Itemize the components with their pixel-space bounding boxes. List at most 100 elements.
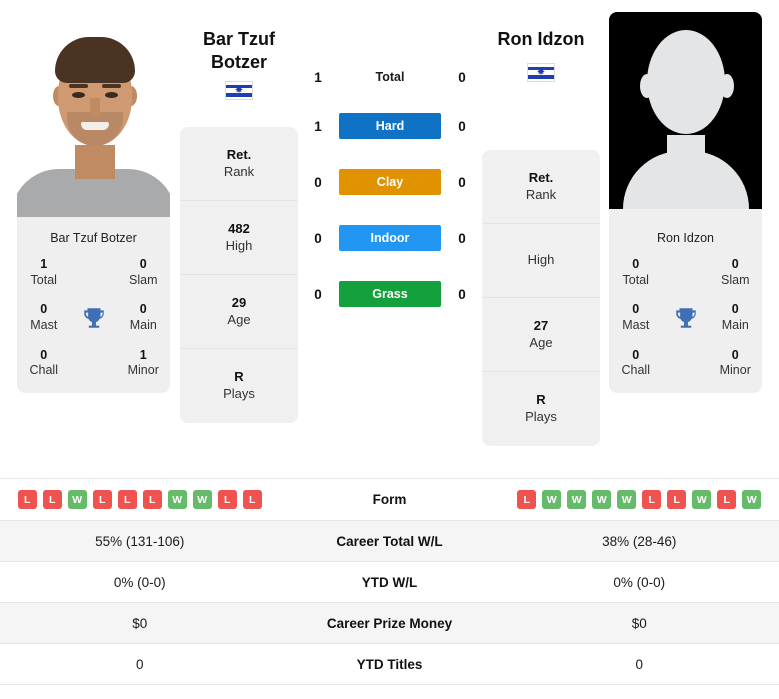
stat-row: High [482, 224, 600, 298]
title-value: 0 [632, 347, 640, 362]
player-headshot-illustration [17, 12, 170, 217]
title-value: 0 [139, 302, 147, 317]
title-value: 0 [632, 302, 640, 317]
title-label: Minor [719, 363, 751, 378]
title-label: Total [622, 272, 649, 287]
stat-label: Rank [223, 163, 255, 179]
row-label: Career Prize Money [326, 615, 453, 631]
form-badge-win: W [67, 490, 87, 509]
surface-badge-grass[interactable]: Grass [339, 281, 441, 307]
player-left-name-line1: Bar Tzuf [203, 29, 275, 49]
title-label: Minor [127, 363, 159, 378]
stat-row: 27 Age [482, 298, 600, 372]
h2h-left-score: 0 [314, 286, 322, 302]
title-label: Slam [129, 272, 158, 287]
form-badge-loss: L [217, 490, 237, 509]
title-value: 0 [40, 302, 48, 317]
player-left-name-block[interactable]: Bar Tzuf Botzer ✸ [169, 28, 309, 101]
stat-label: Age [529, 334, 553, 350]
h2h-right-score: 0 [458, 118, 466, 134]
h2h-row-hard: 1 Hard 0 [305, 98, 475, 154]
title-stat: 1 Minor [117, 348, 171, 379]
form-badge-loss: L [717, 490, 737, 509]
row-label: YTD Titles [356, 656, 423, 672]
form-badge-win: W [742, 490, 762, 509]
title-stat: 1 Total [17, 257, 71, 288]
row-label: Career Total W/L [336, 533, 443, 549]
h2h-left-score: 1 [314, 118, 322, 134]
form-badge-loss: L [42, 490, 62, 509]
player-left-card[interactable]: Bar Tzuf Botzer 1 Total 0 Slam 0 Mast 0 … [17, 12, 170, 393]
player-left-photo [17, 12, 170, 217]
h2h-row-total: 1 Total 0 [305, 56, 475, 98]
title-label: Main [129, 317, 157, 332]
title-stat: 0 Mast [609, 302, 663, 333]
title-value: 0 [731, 257, 739, 271]
player-left-form-strip: LLWLLLWWLL [0, 490, 280, 509]
right-value: 0% (0-0) [613, 574, 666, 590]
left-value: 55% (131-106) [95, 533, 185, 549]
surface-badge-clay[interactable]: Clay [339, 169, 441, 195]
israel-flag-icon: ✸ [527, 63, 555, 83]
title-label: Slam [721, 272, 750, 287]
h2h-right-score: 0 [458, 69, 466, 85]
form-badge-win: W [692, 490, 712, 509]
player-left-titles-name: Bar Tzuf Botzer [50, 231, 137, 245]
h2h-right-score: 0 [458, 174, 466, 190]
form-badge-loss: L [142, 490, 162, 509]
stat-label: Plays [223, 386, 255, 401]
player-right-titles-grid: 0 Total 0 Slam 0 Mast 0 Main 0 Chall 0 M… [609, 257, 762, 379]
form-badge-win: W [617, 490, 637, 509]
form-badge-win: W [567, 490, 587, 509]
title-label: Main [721, 317, 749, 332]
israel-flag-icon: ✸ [225, 81, 253, 101]
title-stat: 0 Mast [17, 302, 71, 333]
surface-badge-indoor[interactable]: Indoor [339, 225, 441, 251]
right-value: $0 [631, 615, 647, 631]
player-right-titles-name: Ron Idzon [657, 231, 714, 245]
stat-value: 29 [231, 294, 247, 310]
stat-row: R Plays [482, 372, 600, 446]
player-left-stats-card: Ret. Rank 482 High 29 Age R Plays [180, 127, 298, 423]
right-value: 38% (28-46) [602, 533, 677, 549]
stat-value: R [536, 392, 546, 408]
stat-value: R [234, 369, 244, 385]
stat-row: Ret. Rank [482, 150, 600, 224]
form-badge-loss: L [642, 490, 662, 509]
head-to-head-column: 1 Total 0 1 Hard 0 0 Clay 0 0 Indoor 0 0… [305, 56, 475, 322]
form-badge-win: W [542, 490, 562, 509]
h2h-right-score: 0 [458, 230, 466, 246]
player-placeholder-silhouette-icon [609, 12, 762, 217]
form-badge-loss: L [667, 490, 687, 509]
stat-label: Age [227, 311, 251, 327]
form-badge-loss: L [92, 490, 112, 509]
h2h-left-score: 1 [314, 69, 322, 85]
form-badge-loss: L [242, 490, 262, 509]
row-label: YTD W/L [361, 574, 418, 590]
h2h-row-grass: 0 Grass 0 [305, 266, 475, 322]
title-stat: 0 Minor [709, 348, 763, 379]
left-value: $0 [132, 615, 148, 631]
h2h-left-score: 0 [314, 174, 322, 190]
player-right-name-line1: Ron Idzon [497, 29, 585, 49]
form-badge-win: W [192, 490, 212, 509]
form-badge-win: W [592, 490, 612, 509]
title-stat: 0 Chall [17, 348, 71, 379]
stat-row: Ret. Rank [180, 127, 298, 201]
h2h-total-label: Total [375, 70, 405, 84]
surface-badge-hard[interactable]: Hard [339, 113, 441, 139]
stat-row: 482 High [180, 201, 298, 275]
stat-value: Ret. [226, 146, 252, 162]
row-label: Form [372, 492, 407, 507]
player-right-photo [609, 12, 762, 217]
title-value: 0 [731, 302, 739, 317]
stat-label: Plays [525, 409, 557, 424]
title-value: 0 [40, 347, 48, 362]
player-right-titles-card: Ron Idzon 0 Total 0 Slam 0 Mast 0 Main 0… [609, 217, 762, 393]
h2h-right-score: 0 [458, 286, 466, 302]
table-row-form: LLWLLLWWLL Form LWWWWLLWLW [0, 479, 779, 521]
trophy-icon [663, 305, 709, 331]
player-right-card[interactable]: Ron Idzon 0 Total 0 Slam 0 Mast 0 Main 0… [609, 12, 762, 393]
player-right-name-block[interactable]: Ron Idzon ✸ [471, 28, 611, 83]
title-stat: 0 Main [709, 302, 763, 333]
